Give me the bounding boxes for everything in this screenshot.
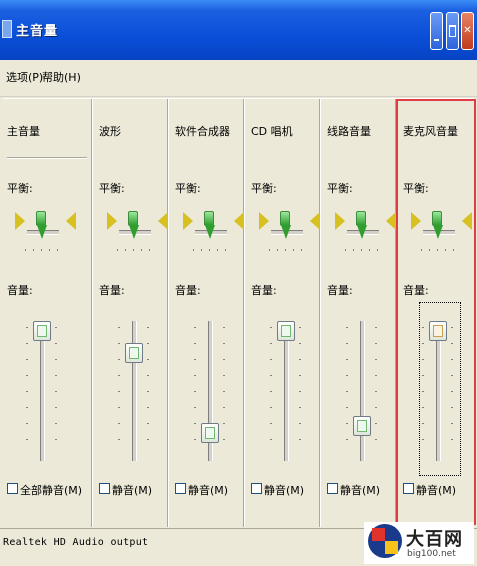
volume-slider-thumb[interactable] — [201, 423, 219, 444]
balance-slider-thumb[interactable] — [280, 211, 290, 226]
volume-slider-thumb[interactable] — [125, 342, 143, 363]
highlight-frame — [396, 99, 476, 525]
right-speaker-icon — [386, 212, 396, 230]
right-speaker-icon — [310, 212, 320, 230]
balance-ticks — [345, 249, 381, 251]
close-icon: ✕ — [463, 25, 472, 36]
volume-track — [40, 321, 45, 461]
channel-wave: 波形 平衡: 音量: 静音(M) — [97, 99, 169, 527]
balance-thumb-pointer — [357, 225, 367, 239]
mute-checkbox[interactable] — [251, 483, 262, 494]
balance-label: 平衡: — [99, 182, 125, 195]
mute-label: 静音(M) — [340, 484, 381, 497]
volume-ticks-left — [194, 327, 196, 455]
balance-label: 平衡: — [327, 182, 353, 195]
right-speaker-icon — [66, 212, 76, 230]
window-title: 主音量 — [16, 24, 59, 39]
title-bar[interactable]: 主音量 ✕ — [0, 0, 477, 60]
left-speaker-icon — [335, 212, 345, 230]
watermark-name: 大百网 — [406, 529, 463, 550]
menu-bar: 选项(P) 帮助(H) — [0, 60, 477, 97]
volume-ticks-left — [118, 327, 120, 455]
volume-label: 音量: — [175, 284, 201, 297]
volume-ticks-right — [223, 327, 225, 455]
channel-name: 线路音量 — [327, 125, 371, 138]
volume-label: 音量: — [251, 284, 277, 297]
watermark-logo — [368, 524, 402, 558]
menu-options[interactable]: 选项(P) — [6, 69, 43, 85]
right-speaker-icon — [158, 212, 168, 230]
app-icon — [2, 20, 12, 38]
balance-label: 平衡: — [251, 182, 277, 195]
mute-all-checkbox[interactable] — [7, 483, 18, 494]
channel-master: 主音量 平衡: 音量: 全部静音(M) — [5, 99, 91, 527]
channel-name: CD 唱机 — [251, 125, 293, 138]
balance-slider-thumb[interactable] — [36, 211, 46, 226]
mute-label: 静音(M) — [188, 484, 229, 497]
volume-slider-thumb[interactable] — [277, 321, 295, 342]
mute-label: 静音(M) — [112, 484, 153, 497]
balance-slider-thumb[interactable] — [356, 211, 366, 226]
watermark-url: big100.net — [407, 549, 456, 559]
balance-ticks — [269, 249, 305, 251]
channel-sw-synth: 软件合成器 平衡: 音量: 静音(M) — [173, 99, 245, 527]
volume-slider-thumb[interactable] — [33, 321, 51, 342]
volume-track — [284, 321, 289, 461]
mute-all-label: 全部静音(M) — [20, 484, 83, 497]
balance-thumb-pointer — [205, 225, 215, 239]
balance-thumb-pointer — [37, 225, 47, 239]
volume-ticks-left — [270, 327, 272, 455]
minimize-button[interactable] — [430, 12, 443, 50]
right-speaker-icon — [234, 212, 244, 230]
balance-label: 平衡: — [175, 182, 201, 195]
menu-help[interactable]: 帮助(H) — [42, 69, 81, 85]
mute-checkbox[interactable] — [175, 483, 186, 494]
header-divider — [7, 157, 87, 159]
status-text: Realtek HD Audio output — [3, 537, 149, 548]
maximize-icon — [449, 25, 456, 37]
balance-thumb-pointer — [129, 225, 139, 239]
volume-ticks-right — [55, 327, 57, 455]
channel-name: 主音量 — [7, 125, 40, 138]
balance-label: 平衡: — [7, 182, 33, 195]
channel-name: 波形 — [99, 125, 121, 138]
mute-checkbox[interactable] — [99, 483, 110, 494]
left-speaker-icon — [183, 212, 193, 230]
channel-line-in: 线路音量 平衡: 音量: 静音(M) — [325, 99, 397, 527]
minimize-icon — [434, 39, 439, 41]
volume-track — [360, 321, 365, 461]
left-speaker-icon — [107, 212, 117, 230]
volume-ticks-left — [26, 327, 28, 455]
balance-ticks — [193, 249, 229, 251]
maximize-button[interactable] — [446, 12, 459, 50]
volume-ticks-right — [299, 327, 301, 455]
balance-thumb-pointer — [281, 225, 291, 239]
volume-control-window: 主音量 ✕ 选项(P) 帮助(H) 主音量 平衡: 音量: 全部静音(M) 波形… — [0, 0, 477, 566]
balance-ticks — [25, 249, 61, 251]
mute-checkbox[interactable] — [327, 483, 338, 494]
volume-ticks-right — [375, 327, 377, 455]
channel-cd-player: CD 唱机 平衡: 音量: 静音(M) — [249, 99, 321, 527]
column-separator — [91, 99, 93, 527]
left-speaker-icon — [259, 212, 269, 230]
mute-label: 静音(M) — [264, 484, 305, 497]
volume-label: 音量: — [327, 284, 353, 297]
volume-ticks-left — [346, 327, 348, 455]
volume-label: 音量: — [99, 284, 125, 297]
balance-ticks — [117, 249, 153, 251]
volume-slider-thumb[interactable] — [353, 415, 371, 436]
watermark: 大百网 big100.net — [364, 522, 474, 564]
left-speaker-icon — [15, 212, 25, 230]
balance-slider-thumb[interactable] — [128, 211, 138, 226]
channel-name: 软件合成器 — [175, 125, 230, 138]
volume-ticks-right — [147, 327, 149, 455]
volume-label: 音量: — [7, 284, 33, 297]
balance-slider-thumb[interactable] — [204, 211, 214, 226]
close-button[interactable]: ✕ — [461, 12, 474, 50]
